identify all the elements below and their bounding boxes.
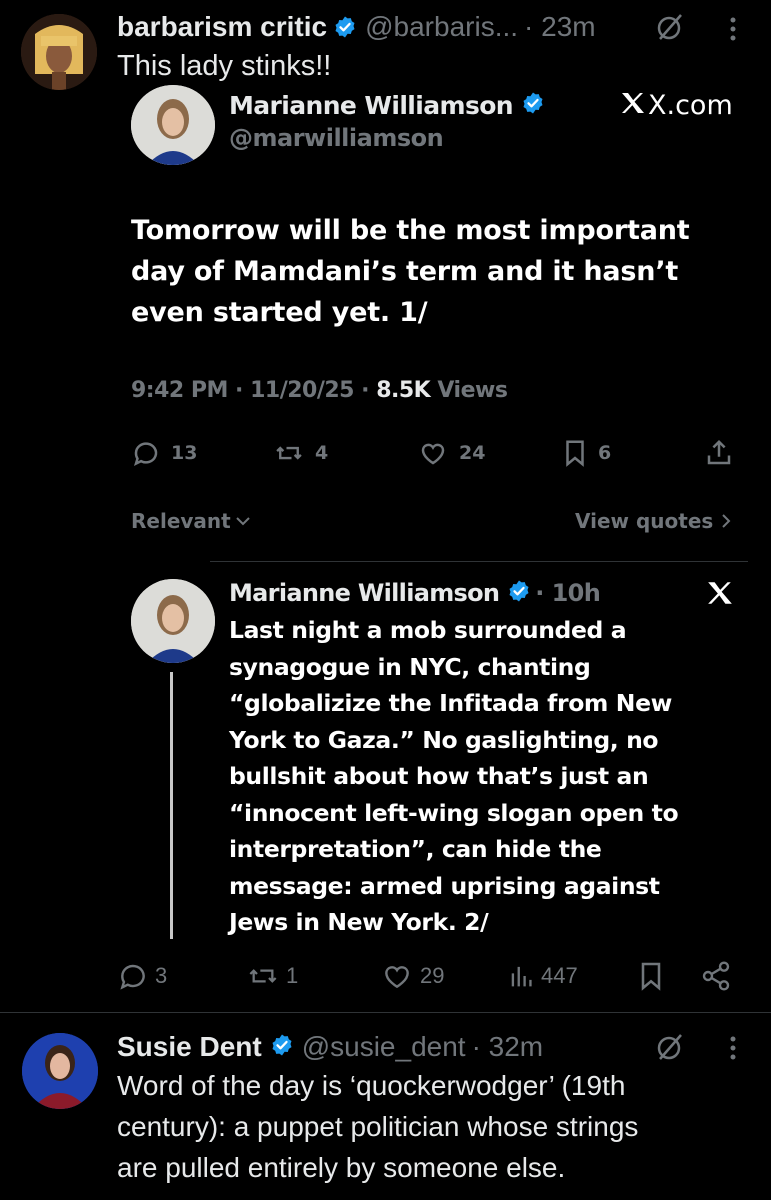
handle[interactable]: @barbaris... (365, 11, 518, 43)
avatar-art-icon (21, 14, 97, 90)
repost-icon (249, 969, 277, 983)
repost-count: 1 (286, 963, 299, 988)
reply-icon (120, 964, 145, 990)
like-count: 29 (420, 963, 445, 988)
share-icon (704, 438, 734, 473)
embed-timestamp: 9:42 PM · 11/20/25 · (131, 378, 370, 403)
heart-icon (421, 443, 445, 465)
reply-icon (133, 442, 158, 467)
embed-author-avatar[interactable] (131, 85, 215, 165)
embed-views-count: 8.5K (376, 378, 431, 403)
post-header: barbarism critic @barbaris... · 23m (117, 7, 596, 47)
embed-reply-count: 13 (131, 438, 197, 468)
reply-button[interactable]: 3 (117, 960, 167, 992)
analytics-icon (511, 966, 532, 987)
post-text: This lady stinks!! (117, 50, 332, 82)
embed-divider (210, 561, 748, 562)
embed-author-handle[interactable]: @marwilliamson (229, 124, 444, 152)
heart-icon (385, 966, 409, 989)
chevron-right-icon (722, 514, 731, 528)
more-options-icon[interactable] (728, 16, 738, 47)
timestamp[interactable]: · 32m (472, 1031, 544, 1063)
verified-badge-icon (333, 15, 357, 39)
embed-body-line: day of Mamdani’s term and it hasn’t (131, 256, 679, 287)
avatar-art-icon (22, 1033, 98, 1109)
grok-icon[interactable] (654, 1031, 686, 1068)
embed-like-count: 24 (417, 438, 485, 468)
handle[interactable]: @susie_dent (302, 1031, 466, 1063)
reply-header: Marianne Williamson · 10h (229, 575, 601, 611)
verified-badge-icon (270, 1033, 294, 1062)
reply-body-line: synagogue in NYC, chanting (229, 652, 591, 681)
verified-badge-icon (521, 91, 545, 120)
view-quotes-link: View quotes (575, 509, 731, 533)
reply-body-line: Jews in New York. 2/ (229, 908, 489, 936)
post-text-line: century): a puppet politician whose stri… (117, 1111, 639, 1142)
post-header: Susie Dent @susie_dent · 32m (117, 1027, 543, 1067)
repost-button[interactable]: 1 (246, 960, 298, 992)
embed-meta: 9:42 PM · 11/20/25 · 8.5K Views (131, 378, 508, 403)
display-name[interactable]: Susie Dent (117, 1031, 262, 1063)
bookmark-icon (566, 440, 584, 467)
sort-dropdown: Relevant (131, 509, 251, 533)
reply-body-line: message: armed uprising against (229, 871, 660, 900)
bookmark-icon[interactable] (637, 960, 665, 997)
embed-header: Marianne Williamson (229, 87, 545, 123)
thread-line (170, 672, 173, 939)
x-logo-icon (620, 91, 646, 120)
post-text: Word of the day is ‘quockerwodger’ (19th… (117, 1065, 638, 1188)
like-button[interactable]: 29 (380, 960, 444, 992)
reply-count: 3 (155, 963, 168, 988)
x-logo-icon (706, 580, 734, 611)
reply-body-line: York to Gaza.” No gaslighting, no (229, 725, 659, 754)
more-options-icon[interactable] (728, 1035, 738, 1066)
avatar[interactable] (21, 14, 97, 90)
reply-time: · 10h (535, 579, 601, 607)
embed-views-label: Views (437, 378, 508, 403)
source-domain: X.com (648, 89, 733, 121)
repost-icon (276, 446, 302, 460)
share-icon[interactable] (700, 960, 732, 997)
post-text-line: Word of the day is ‘quockerwodger’ (19th (117, 1070, 626, 1101)
grok-icon[interactable] (654, 11, 686, 48)
avatar[interactable] (22, 1033, 98, 1109)
post-divider (0, 1012, 771, 1013)
reply-body-line: Last night a mob surrounded a (229, 616, 627, 644)
embed-author-name[interactable]: Marianne Williamson (229, 91, 514, 120)
reply-body-line: bullshit about how that’s just an (229, 762, 649, 790)
reply-body-line: “globalizize the Infitada from New (229, 689, 672, 717)
embed-body-line: even started yet. 1/ (131, 297, 428, 328)
chevron-down-icon (236, 517, 250, 526)
source-label: X.com (620, 87, 733, 123)
portrait-icon (131, 85, 215, 165)
embed-repost-count: 4 (273, 438, 328, 468)
views-count: 447 (541, 963, 578, 988)
embed-body: Tomorrow will be the most important day … (131, 210, 751, 333)
reply-body-line: “innocent left-wing slogan open to (229, 798, 679, 827)
portrait-icon (131, 579, 215, 663)
embed-bookmark-count: 6 (562, 438, 611, 468)
timestamp[interactable]: · 23m (524, 11, 596, 43)
embed-body-line: Tomorrow will be the most important (131, 215, 690, 246)
reply-body-line: interpretation”, can hide the (229, 835, 602, 863)
display-name[interactable]: barbarism critic (117, 11, 327, 43)
reply-body: Last night a mob surrounded a synagogue … (229, 612, 749, 941)
post-text-line: are pulled entirely by someone else. (117, 1152, 566, 1183)
views-button[interactable]: 447 (509, 960, 578, 992)
reply-author-name: Marianne Williamson (229, 579, 500, 607)
verified-badge-icon (507, 579, 531, 608)
reply-author-avatar (131, 579, 215, 663)
